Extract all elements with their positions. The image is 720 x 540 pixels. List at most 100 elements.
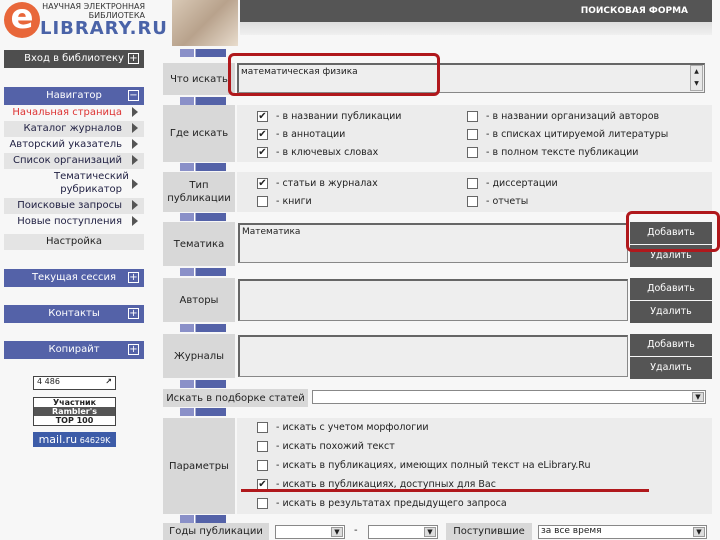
year-from-select[interactable]: ▼ xyxy=(275,525,345,539)
checkbox[interactable]: ✔ xyxy=(257,110,268,122)
sidebar-item-organizations[interactable]: Список организаций xyxy=(4,153,144,169)
checkbox[interactable] xyxy=(257,195,268,207)
session-panel[interactable]: Текущая сессия + xyxy=(4,269,144,287)
counter-value: 4 486 xyxy=(37,377,60,386)
sidebar-item-rubricator[interactable]: Тематический рубрикатор xyxy=(4,170,144,200)
chevron-down-icon[interactable]: ▼ xyxy=(693,527,705,537)
rambler-line: Rambler's xyxy=(34,407,115,416)
collapse-icon[interactable]: − xyxy=(128,90,139,101)
collection-select[interactable]: ▼ xyxy=(312,390,706,404)
scrollbar[interactable]: ▲ ▼ xyxy=(690,65,703,91)
option-label: - в ключевых словах xyxy=(276,146,379,158)
navigator-panel[interactable]: Навигатор − xyxy=(4,87,144,105)
copyright-panel[interactable]: Копирайт + xyxy=(4,341,144,359)
journals-remove-button[interactable]: Удалить xyxy=(630,357,712,379)
option-fulltext-available[interactable]: - искать в публикациях, имеющих полный т… xyxy=(257,456,591,475)
authors-list[interactable] xyxy=(238,279,628,321)
divider xyxy=(180,213,226,221)
expand-icon[interactable]: + xyxy=(128,272,139,283)
option-title[interactable]: ✔ - в названии публикации xyxy=(257,107,401,125)
sidebar-item-label: Поисковые запросы xyxy=(17,200,122,211)
checkbox[interactable] xyxy=(467,177,478,189)
authors-remove-button[interactable]: Удалить xyxy=(630,301,712,323)
option-label: - искать в результатах предыдущего запро… xyxy=(276,498,507,509)
expand-icon[interactable]: + xyxy=(128,344,139,355)
option-morphology[interactable]: - искать с учетом морфологии xyxy=(257,418,591,437)
arrow-icon: ↗ xyxy=(105,377,112,386)
option-abstract[interactable]: ✔ - в аннотации xyxy=(257,125,401,143)
chevron-down-icon[interactable]: ▼ xyxy=(692,392,704,402)
received-select[interactable]: за все время ▼ xyxy=(538,525,707,539)
divider xyxy=(180,380,226,388)
option-dissertations[interactable]: - диссертации xyxy=(467,174,558,192)
year-dash: - xyxy=(354,525,358,536)
divider xyxy=(180,408,226,416)
header-photo xyxy=(172,0,238,46)
sidebar-item-authors[interactable]: Авторский указатель xyxy=(4,137,144,153)
sidebar-item-label: Список организаций xyxy=(13,155,122,166)
received-value: за все время xyxy=(541,526,602,536)
sidebar-item-journals[interactable]: Каталог журналов xyxy=(4,121,144,137)
where-label: Где искать xyxy=(163,105,235,162)
type-col1: ✔ - статьи в журналах - книги xyxy=(257,174,378,210)
received-label: Поступившие xyxy=(446,523,532,540)
option-label: - книги xyxy=(276,195,312,207)
option-organizations[interactable]: - в названии организаций авторов xyxy=(467,107,668,125)
counter-badge[interactable]: 4 486 ↗ xyxy=(33,376,116,390)
expand-icon[interactable]: + xyxy=(128,53,139,64)
year-to-select[interactable]: ▼ xyxy=(368,525,438,539)
divider xyxy=(180,268,226,276)
chevron-down-icon[interactable]: ▼ xyxy=(424,527,436,537)
checkbox[interactable]: ✔ xyxy=(257,177,268,189)
sidebar-item-settings[interactable]: Настройка xyxy=(4,234,144,250)
checkbox[interactable] xyxy=(467,128,478,140)
where-options: ✔ - в названии публикации ✔ - в аннотации … xyxy=(237,105,712,162)
checkbox[interactable]: ✔ xyxy=(257,146,268,158)
option-fulltext[interactable]: - в полном тексте публикации xyxy=(467,143,668,161)
contacts-panel[interactable]: Контакты + xyxy=(4,305,144,323)
rambler-badge[interactable]: Участник Rambler's TOP 100 xyxy=(33,397,116,426)
mailru-badge[interactable]: mail.ru 64629K xyxy=(33,432,116,447)
divider xyxy=(180,49,226,57)
checkbox[interactable] xyxy=(257,441,268,452)
option-articles[interactable]: ✔ - статьи в журналах xyxy=(257,174,378,192)
option-previous-results[interactable]: - искать в результатах предыдущего запро… xyxy=(257,494,591,513)
rambler-line: TOP 100 xyxy=(55,416,94,425)
where-col2: - в названии организаций авторов - в спи… xyxy=(467,107,668,161)
collection-label: Искать в подборке статей xyxy=(163,389,308,407)
authors-add-button[interactable]: Добавить xyxy=(630,278,712,300)
login-panel[interactable]: Вход в библиотеку + xyxy=(4,50,144,68)
sidebar-item-new[interactable]: Новые поступления xyxy=(4,214,144,230)
journals-list[interactable] xyxy=(238,335,628,377)
mailru-count: 64629K xyxy=(79,436,111,445)
journals-add-button[interactable]: Добавить xyxy=(630,334,712,356)
logo-text[interactable]: LIBRARY.RU xyxy=(40,18,168,39)
divider xyxy=(180,97,226,105)
topic-list[interactable]: Математика xyxy=(238,223,628,263)
arrow-right-icon xyxy=(132,139,138,149)
option-reports[interactable]: - отчеты xyxy=(467,192,558,210)
login-label: Вход в библиотеку xyxy=(24,53,124,64)
checkbox[interactable] xyxy=(467,146,478,158)
checkbox[interactable] xyxy=(257,498,268,509)
option-keywords[interactable]: ✔ - в ключевых словах xyxy=(257,143,401,161)
rambler-line: Участник xyxy=(53,398,96,407)
option-references[interactable]: - в списках цитируемой литературы xyxy=(467,125,668,143)
chevron-down-icon[interactable]: ▼ xyxy=(331,527,343,537)
arrow-right-icon xyxy=(132,200,138,210)
type-col2: - диссертации - отчеты xyxy=(467,174,558,210)
checkbox[interactable] xyxy=(257,422,268,433)
header-strip xyxy=(240,22,712,35)
checkbox[interactable] xyxy=(257,460,268,471)
mailru-logo: mail.ru xyxy=(38,433,78,446)
navigator-label: Навигатор xyxy=(46,90,102,101)
checkbox[interactable]: ✔ xyxy=(257,128,268,140)
option-similar[interactable]: - искать похожий текст xyxy=(257,437,591,456)
expand-icon[interactable]: + xyxy=(128,308,139,319)
sidebar-item-queries[interactable]: Поисковые запросы xyxy=(4,198,144,214)
option-books[interactable]: - книги xyxy=(257,192,378,210)
sidebar-item-home[interactable]: Начальная страница xyxy=(4,105,144,121)
checkbox[interactable] xyxy=(467,195,478,207)
session-label: Текущая сессия xyxy=(31,272,117,283)
checkbox[interactable] xyxy=(467,110,478,122)
